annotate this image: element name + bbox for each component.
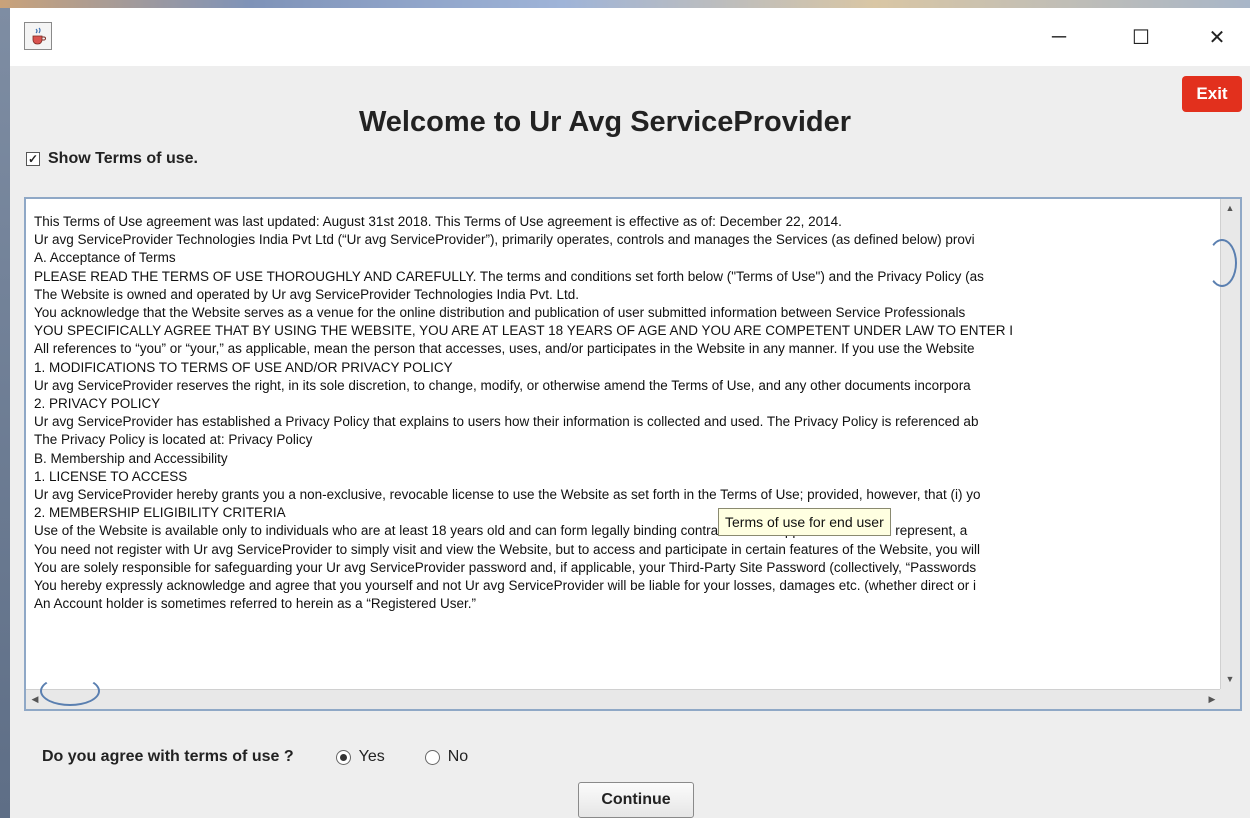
scroll-down-icon[interactable]: ▼ (1222, 671, 1238, 687)
terms-line: Ur avg ServiceProvider reserves the righ… (34, 377, 971, 393)
terms-line: You need not register with Ur avg Servic… (34, 541, 980, 557)
app-window: ─ ☐ ✕ Welcome to Ur Avg ServiceProvider … (10, 8, 1250, 818)
horizontal-scrollbar[interactable]: ◀ ▶ (26, 676, 1222, 709)
terms-line: Ur avg ServiceProvider has established a… (34, 414, 979, 430)
show-terms-label: Show Terms of use. (48, 150, 198, 167)
radio-no[interactable]: No (424, 748, 469, 766)
close-icon: ✕ (1208, 26, 1226, 49)
vertical-scrollbar[interactable]: ▲ ▼ (1207, 199, 1240, 691)
terms-line: An Account holder is sometimes referred … (34, 596, 476, 612)
maximize-icon: ☐ (1132, 26, 1150, 49)
horizontal-scroll-thumb[interactable] (40, 676, 100, 706)
desktop-background-edge (0, 8, 10, 818)
terms-line: 2. PRIVACY POLICY (34, 396, 161, 412)
radio-no-label: No (447, 748, 469, 765)
terms-line: You acknowledge that the Website serves … (34, 305, 966, 321)
terms-text-area[interactable]: This Terms of Use agreement was last upd… (26, 199, 1222, 691)
page-title: Welcome to Ur Avg ServiceProvider (358, 106, 852, 138)
scroll-right-icon[interactable]: ▶ (1204, 691, 1220, 707)
desktop-background-strip (0, 0, 1250, 8)
terms-line: You hereby expressly acknowledge and agr… (34, 578, 976, 594)
exit-button[interactable]: Exit (1182, 76, 1242, 112)
minimize-icon: ─ (1051, 25, 1067, 48)
terms-line: B. Membership and Accessibility (34, 450, 228, 466)
scroll-up-icon[interactable]: ▲ (1222, 200, 1238, 216)
scroll-corner (1220, 689, 1240, 709)
radio-unselected-icon[interactable] (424, 749, 440, 765)
terms-line: You are solely responsible for safeguard… (34, 559, 977, 575)
vertical-scroll-thumb[interactable] (1207, 239, 1237, 287)
terms-line: PLEASE READ THE TERMS OF USE THOROUGHLY … (34, 268, 984, 284)
terms-line: The Website is owned and operated by Ur … (34, 286, 580, 302)
terms-scroll-pane[interactable]: This Terms of Use agreement was last upd… (24, 197, 1242, 711)
radio-yes[interactable]: Yes (335, 748, 385, 766)
terms-line: 1. MODIFICATIONS TO TERMS OF USE AND/OR … (34, 359, 453, 375)
terms-text: This Terms of Use agreement was last upd… (34, 213, 1222, 613)
terms-line: The Privacy Policy is located at: Privac… (34, 432, 313, 448)
agreement-row: Do you agree with terms of use ? Yes No (42, 744, 508, 770)
agreement-question: Do you agree with terms of use ? (42, 748, 294, 765)
terms-line: Ur avg ServiceProvider hereby grants you… (34, 487, 981, 503)
radio-yes-label: Yes (358, 748, 385, 765)
title-bar[interactable]: ─ ☐ ✕ (10, 8, 1250, 66)
terms-tooltip: Terms of use for end user (718, 508, 891, 536)
checkbox-checked-icon[interactable]: ✓ (26, 152, 40, 166)
terms-line: YOU SPECIFICALLY AGREE THAT BY USING THE… (34, 323, 1014, 339)
minimize-button[interactable]: ─ (1030, 8, 1088, 66)
continue-button[interactable]: Continue (578, 782, 694, 818)
terms-line: Use of the Website is available only to … (34, 523, 968, 539)
terms-line: All references to “you” or “your,” as ap… (34, 341, 975, 357)
radio-selected-icon[interactable] (335, 749, 351, 765)
terms-line: A. Acceptance of Terms (34, 250, 176, 266)
terms-line: 1. LICENSE TO ACCESS (34, 468, 188, 484)
terms-line: This Terms of Use agreement was last upd… (34, 214, 842, 229)
java-cup-icon[interactable] (24, 22, 52, 50)
terms-line: 2. MEMBERSHIP ELIGIBILITY CRITERIA (34, 505, 286, 521)
close-button[interactable]: ✕ (1188, 8, 1246, 66)
maximize-button[interactable]: ☐ (1112, 8, 1170, 66)
show-terms-checkbox[interactable]: ✓ Show Terms of use. (26, 148, 198, 170)
terms-line: Ur avg ServiceProvider Technologies Indi… (34, 232, 975, 248)
content-panel: Welcome to Ur Avg ServiceProvider Exit ✓… (10, 66, 1250, 818)
